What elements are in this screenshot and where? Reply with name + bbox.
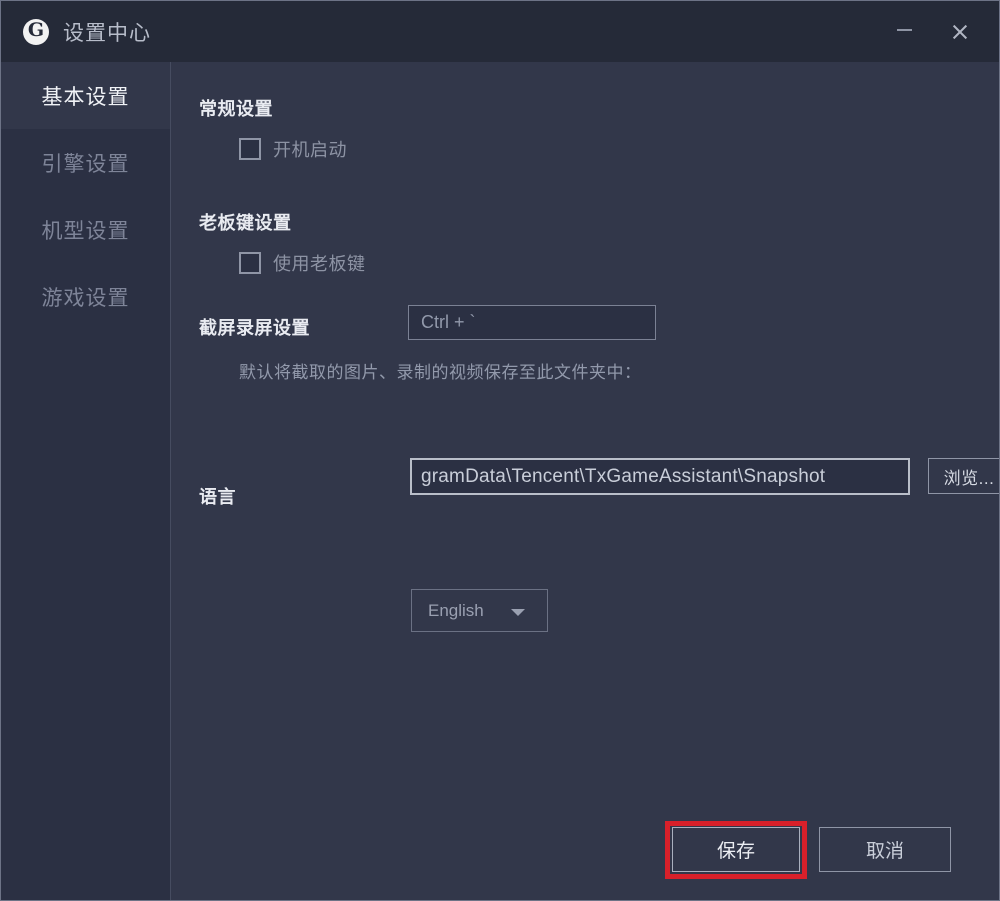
cancel-button[interactable]: 取消 bbox=[819, 827, 951, 872]
settings-content: 常规设置 开机启动 老板键设置 使用老板键 Ctrl + ` 截屏录屏设置 默认… bbox=[172, 62, 999, 900]
sidebar-item-basic[interactable]: 基本设置 bbox=[1, 62, 170, 129]
general-section-title: 常规设置 bbox=[199, 99, 273, 119]
capture-section-title: 截屏录屏设置 bbox=[199, 318, 310, 338]
sidebar-item-label: 引擎设置 bbox=[41, 152, 130, 176]
minimize-icon bbox=[896, 29, 912, 31]
autostart-label: 开机启动 bbox=[273, 140, 347, 160]
sidebar-item-game[interactable]: 游戏设置 bbox=[1, 263, 170, 330]
autostart-row: 开机启动 bbox=[239, 136, 347, 162]
browse-button[interactable]: 浏览... bbox=[928, 458, 999, 494]
sidebar-item-device[interactable]: 机型设置 bbox=[1, 196, 170, 263]
app-logo-icon: G bbox=[23, 18, 49, 45]
boss-key-label: 使用老板键 bbox=[273, 254, 366, 274]
boss-key-checkbox[interactable] bbox=[239, 252, 261, 274]
boss-key-section-title: 老板键设置 bbox=[199, 213, 292, 233]
language-select-value: English bbox=[428, 600, 484, 620]
sidebar-item-label: 机型设置 bbox=[41, 219, 130, 243]
language-select[interactable]: English bbox=[411, 589, 548, 632]
language-section-title: 语言 bbox=[199, 487, 236, 507]
autostart-checkbox[interactable] bbox=[239, 138, 261, 160]
boss-key-row: 使用老板键 bbox=[239, 250, 366, 276]
settings-window: G 设置中心 基本设置 引擎设置 机型设置 游戏设置 常规设置 开机启动 老板键… bbox=[0, 0, 1000, 901]
close-button[interactable] bbox=[937, 10, 983, 54]
chevron-down-icon bbox=[511, 609, 525, 616]
capture-path-input[interactable]: gramData\Tencent\TxGameAssistant\Snapsho… bbox=[410, 458, 910, 495]
sidebar-item-label: 基本设置 bbox=[41, 85, 130, 109]
sidebar-item-engine[interactable]: 引擎设置 bbox=[1, 129, 170, 196]
minimize-button[interactable] bbox=[881, 10, 927, 54]
close-icon bbox=[951, 23, 969, 41]
window-controls bbox=[881, 1, 999, 62]
sidebar: 基本设置 引擎设置 机型设置 游戏设置 bbox=[1, 62, 171, 900]
save-button[interactable]: 保存 bbox=[672, 827, 800, 872]
window-title: 设置中心 bbox=[63, 21, 151, 45]
sidebar-item-label: 游戏设置 bbox=[41, 286, 130, 310]
capture-description: 默认将截取的图片、录制的视频保存至此文件夹中： bbox=[239, 363, 642, 382]
boss-key-hotkey-input[interactable]: Ctrl + ` bbox=[408, 305, 656, 340]
title-bar: G 设置中心 bbox=[1, 1, 999, 62]
